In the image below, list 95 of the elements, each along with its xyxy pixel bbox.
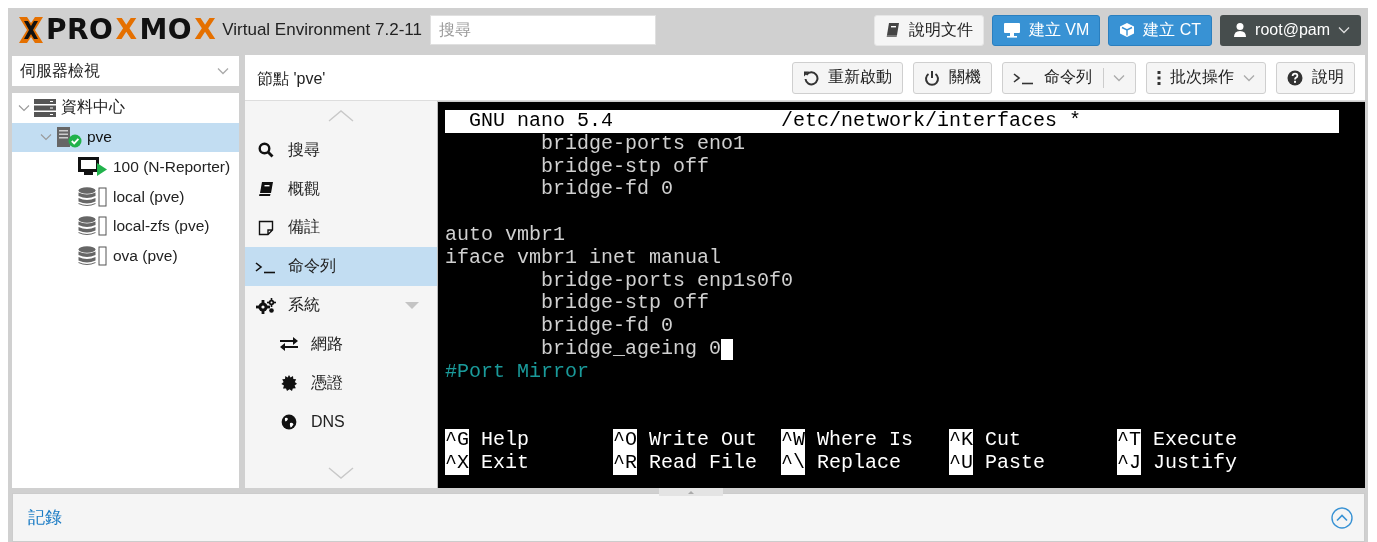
database-icon [78,216,108,237]
shortcut-key: ^W [781,429,806,452]
shortcut-key: ^R [613,451,637,475]
help-icon [1287,69,1303,86]
restart-icon [803,69,819,86]
shortcut-key: ^O [613,429,637,452]
editor-name: GNU nano 5.4 [469,110,615,133]
power-icon [924,69,940,86]
gears-icon [256,297,276,314]
cube-icon [1119,22,1136,38]
nav-item[interactable]: 備註 [245,208,437,248]
log-panel-title[interactable]: 記錄 [28,506,62,529]
tree-item[interactable]: 資料中心 [12,93,239,123]
toolbar-button[interactable]: 命令列 [1002,61,1136,94]
starburst-icon [281,375,297,392]
nav-item[interactable]: DNS [245,402,437,442]
tree-item[interactable]: pve [12,122,239,153]
panel-title: 節點 'pve' [257,69,327,89]
shortcut-label: Justify [1153,451,1238,475]
header-button[interactable]: 說明文件 [873,14,984,46]
code-line: bridge-fd 0 [541,178,674,202]
shortcut-label: Replace [817,451,902,475]
toolbar-button[interactable]: 關機 [913,61,992,94]
database-icon [78,245,108,266]
vertical-dots-icon [1157,69,1161,86]
code-line: bridge-ports enp1s0f0 [541,269,794,293]
exchange-arrows-icon [279,337,299,352]
server-rack-icon [34,98,56,117]
tree-item[interactable]: ova (pve) [12,240,239,271]
view-selector[interactable]: 伺服器檢視 [12,56,239,86]
nav-item[interactable]: 網路 [245,325,437,364]
caret-down-icon [1113,73,1125,82]
logo-text: X [115,15,138,45]
code-line: auto vmbr1 [445,224,566,247]
file-path: /etc/network/interfaces * [781,110,1082,133]
shortcut-key: ^U [949,451,974,475]
shortcut-label: Execute [1153,429,1238,452]
monitor-play-icon [78,157,108,177]
shortcut-key: ^J [1117,451,1142,475]
scroll-up-icon[interactable] [327,109,355,123]
code-line: iface vmbr1 inet manual [445,246,722,270]
search-icon [258,142,274,159]
nav-item[interactable]: 憑證 [245,363,437,403]
toolbar-button[interactable]: 重新啟動 [792,61,903,94]
view-selector-value: 伺服器檢視 [20,60,100,81]
tree-item[interactable]: local (pve) [12,181,239,212]
nav-item[interactable]: 搜尋 [245,131,437,170]
shortcut-key: ^\ [781,451,806,475]
logo-text: X [194,15,217,45]
shortcut-key: ^G [445,429,469,452]
code-comment: #Port Mirror [445,360,590,384]
caret-down-icon [217,67,229,75]
scroll-down-icon[interactable] [327,466,355,480]
book-icon [258,181,274,198]
code-line: bridge-fd 0 [541,315,674,338]
server-check-icon [56,126,82,149]
note-icon [258,220,274,236]
nav-item[interactable]: 系統 [245,286,437,325]
shortcut-key: ^X [445,451,469,475]
terminal-prompt-icon [1013,70,1035,85]
user-icon [1233,22,1248,38]
toolbar-button[interactable]: 說明 [1276,61,1355,94]
shortcut-key: ^K [949,429,974,452]
logo-x-icon [16,15,46,45]
header-button[interactable]: root@pam [1220,14,1361,46]
code-line: bridge-stp off [541,155,710,179]
shortcut-label: Read File [649,451,758,475]
toolbar-button[interactable]: 批次操作 [1146,61,1266,94]
code-line: bridge-stp off [541,292,710,316]
shortcut-label: Cut [985,429,1022,452]
terminal-prompt-icon [255,259,277,274]
nav-item[interactable]: 概觀 [245,169,437,209]
tree-item[interactable]: local-zfs (pve) [12,211,239,241]
collapse-circle-icon[interactable] [1331,506,1353,529]
code-line: bridge_ageing 0 [541,337,722,361]
tree-item[interactable]: 100 (N-Reporter) [12,152,239,182]
nav-item[interactable]: 命令列 [245,247,437,287]
monitor-icon [1002,22,1021,38]
shortcut-key: ^T [1117,429,1142,452]
shortcut-label: Where Is [817,429,914,452]
database-icon [78,186,108,207]
book-icon [884,22,901,38]
caret-down-icon [1243,73,1255,82]
logo-text: MO [139,15,193,45]
shortcut-label: Write Out [649,429,758,452]
shortcut-label: Paste [985,451,1046,475]
search-field[interactable]: 搜尋 [429,15,656,45]
product-version: Virtual Environment 7.2-11 [222,20,422,40]
shortcut-label: Exit [481,451,529,475]
caret-down-icon [1338,26,1350,34]
code-line: bridge-ports eno1 [541,132,746,156]
splitter-handle-icon[interactable] [659,488,723,496]
globe-icon [281,413,297,430]
logo-text: PRO [46,15,114,45]
shortcut-label: Help [481,429,529,452]
